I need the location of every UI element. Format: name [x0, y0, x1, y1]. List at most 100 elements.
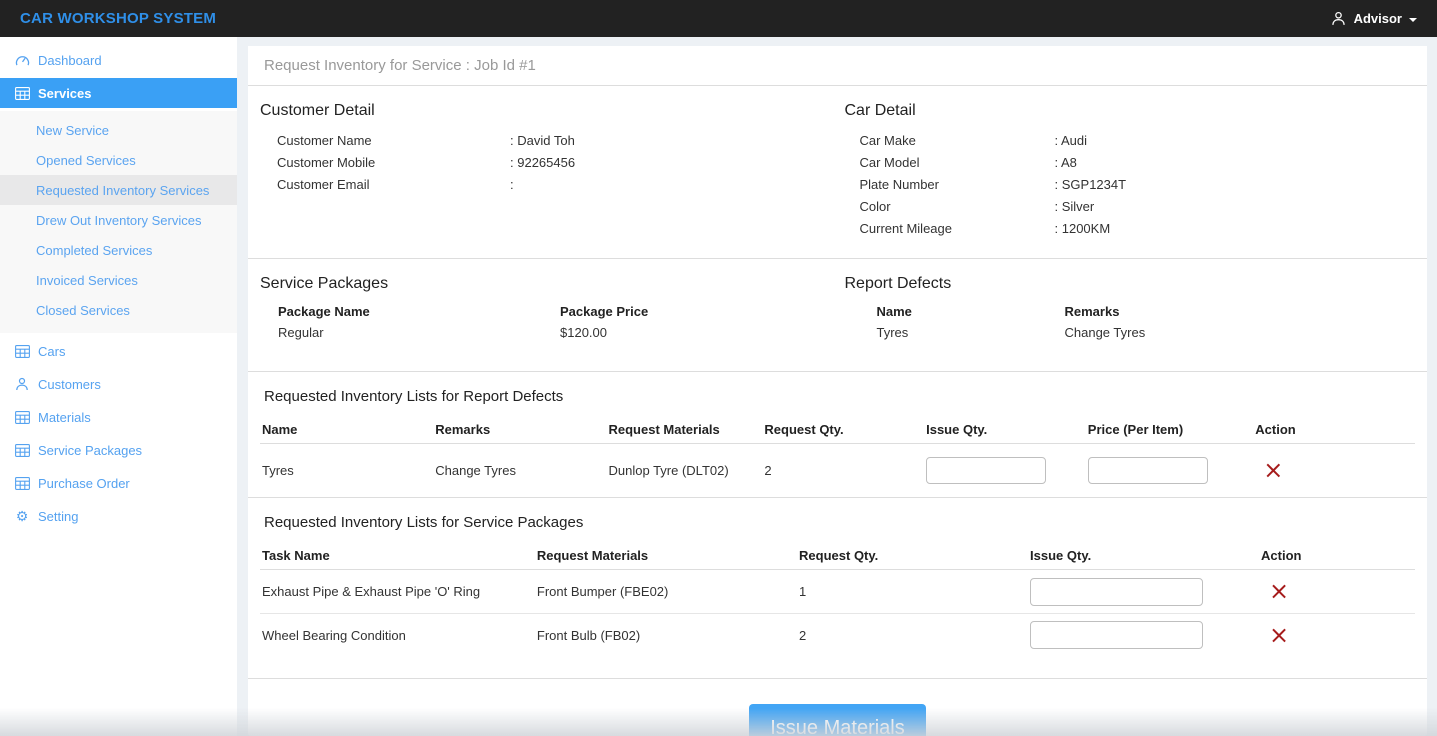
field-value	[510, 174, 514, 196]
column-header: Name	[260, 422, 433, 437]
packages-inventory-heading: Requested Inventory Lists for Service Pa…	[260, 508, 1415, 541]
customer-name-row: Customer Name David Toh	[248, 130, 838, 152]
service-packages: Service Packages Package Name Package Pr…	[248, 269, 838, 343]
price-per-item-input[interactable]	[1088, 457, 1208, 484]
sidebar-subitem-drew-out-inventory-services[interactable]: Drew Out Inventory Services	[0, 205, 237, 235]
issue-qty-input[interactable]	[926, 457, 1046, 484]
field-value: A8	[1055, 152, 1077, 174]
table-row: Tyres Change Tyres Dunlop Tyre (DLT02) 2…	[260, 444, 1415, 497]
table-icon	[14, 476, 30, 491]
column-header: Request Qty.	[762, 422, 924, 437]
sidebar-item-materials[interactable]: Materials	[0, 402, 237, 432]
package-name: Regular	[278, 322, 560, 343]
field-label: Customer Name	[277, 130, 510, 152]
services-submenu: New Service Opened Services Requested In…	[0, 111, 237, 333]
request-material: Front Bulb (FB02)	[535, 628, 797, 643]
defect-name: Tyres	[877, 322, 1065, 343]
defect-name: Tyres	[260, 463, 433, 478]
sidebar-item-label: Purchase Order	[38, 476, 130, 491]
task-name: Wheel Bearing Condition	[260, 628, 535, 643]
delete-icon[interactable]: ×	[1261, 625, 1289, 645]
packages-inventory-table: Task Name Request Materials Request Qty.…	[260, 541, 1415, 656]
issue-qty-input[interactable]	[1030, 578, 1203, 606]
defects-inventory-table: Name Remarks Request Materials Request Q…	[260, 415, 1415, 497]
defect-remarks: Change Tyres	[433, 463, 606, 478]
user-label: Advisor	[1354, 11, 1402, 26]
field-label: Car Make	[860, 130, 1055, 152]
request-material: Front Bumper (FBE02)	[535, 584, 797, 599]
sidebar-subitem-invoiced-services[interactable]: Invoiced Services	[0, 265, 237, 295]
sidebar-subitem-closed-services[interactable]: Closed Services	[0, 295, 237, 325]
sidebar-item-label: Service Packages	[38, 443, 142, 458]
field-label: Customer Email	[277, 174, 510, 196]
field-label: Color	[860, 196, 1055, 218]
sidebar-item-setting[interactable]: ⚙ Setting	[0, 501, 237, 531]
field-value: SGP1234T	[1055, 174, 1127, 196]
column-header: Request Materials	[607, 422, 763, 437]
column-header: Issue Qty.	[1028, 548, 1259, 563]
delete-icon[interactable]: ×	[1255, 460, 1283, 480]
field-value: David Toh	[510, 130, 575, 152]
table-icon	[14, 443, 30, 458]
request-qty: 1	[797, 584, 1028, 599]
field-value: Silver	[1055, 196, 1095, 218]
sidebar-subitem-requested-inventory-services[interactable]: Requested Inventory Services	[0, 175, 237, 205]
content-card: Request Inventory for Service : Job Id #…	[248, 46, 1427, 736]
sidebar-item-label: Customers	[38, 377, 101, 392]
column-header: Remarks	[1065, 301, 1120, 322]
service-packages-heading: Service Packages	[248, 269, 838, 301]
plate-number-row: Plate Number SGP1234T	[838, 174, 1428, 196]
field-label: Car Model	[860, 152, 1055, 174]
column-header: Package Name	[278, 301, 560, 322]
customer-detail: Customer Detail Customer Name David Toh …	[248, 96, 838, 240]
request-qty: 2	[797, 628, 1028, 643]
table-row: Wheel Bearing Condition Front Bulb (FB02…	[260, 613, 1415, 656]
car-detail: Car Detail Car Make Audi Car Model A8 Pl…	[838, 96, 1428, 240]
user-menu[interactable]: Advisor	[1331, 11, 1417, 26]
submit-section: Issue Materials	[248, 679, 1427, 736]
sidebar-item-label: Setting	[38, 509, 78, 524]
column-header: Request Materials	[535, 548, 797, 563]
issue-qty-input[interactable]	[1030, 621, 1203, 649]
sidebar-subitem-new-service[interactable]: New Service	[0, 115, 237, 145]
sidebar-subitem-opened-services[interactable]: Opened Services	[0, 145, 237, 175]
sidebar-item-purchase-order[interactable]: Purchase Order	[0, 468, 237, 498]
sidebar-item-service-packages[interactable]: Service Packages	[0, 435, 237, 465]
car-make-row: Car Make Audi	[838, 130, 1428, 152]
package-price: $120.00	[560, 322, 607, 343]
color-row: Color Silver	[838, 196, 1428, 218]
packages-inventory-section: Requested Inventory Lists for Service Pa…	[248, 498, 1427, 679]
column-header: Action	[1253, 422, 1415, 437]
report-defects-header-row: Name Remarks	[838, 301, 1428, 322]
user-icon	[1331, 11, 1346, 26]
table-icon	[14, 344, 30, 359]
table-row: Exhaust Pipe & Exhaust Pipe 'O' Ring Fro…	[260, 570, 1415, 613]
field-label: Current Mileage	[860, 218, 1055, 240]
table-header-row: Name Remarks Request Materials Request Q…	[260, 415, 1415, 444]
report-defects-heading: Report Defects	[838, 269, 1428, 301]
car-model-row: Car Model A8	[838, 152, 1428, 174]
caret-down-icon	[1409, 18, 1417, 22]
field-label: Customer Mobile	[277, 152, 510, 174]
task-name: Exhaust Pipe & Exhaust Pipe 'O' Ring	[260, 584, 535, 599]
delete-icon[interactable]: ×	[1261, 581, 1289, 601]
sidebar-item-cars[interactable]: Cars	[0, 336, 237, 366]
issue-materials-button[interactable]: Issue Materials	[749, 704, 926, 736]
sidebar: Dashboard Services New Service Opened Se…	[0, 37, 237, 736]
report-defect-row: Tyres Change Tyres	[838, 322, 1428, 343]
sidebar-subitem-completed-services[interactable]: Completed Services	[0, 235, 237, 265]
column-header: Task Name	[260, 548, 535, 563]
table-header-row: Task Name Request Materials Request Qty.…	[260, 541, 1415, 570]
sidebar-item-services[interactable]: Services	[0, 78, 237, 108]
service-packages-header-row: Package Name Package Price	[248, 301, 838, 322]
defect-remarks: Change Tyres	[1065, 322, 1146, 343]
request-material: Dunlop Tyre (DLT02)	[607, 463, 763, 478]
sidebar-item-customers[interactable]: Customers	[0, 369, 237, 399]
car-detail-heading: Car Detail	[838, 96, 1428, 130]
sidebar-item-dashboard[interactable]: Dashboard	[0, 45, 237, 75]
request-qty: 2	[762, 463, 924, 478]
dashboard-icon	[14, 53, 30, 68]
customer-email-row: Customer Email	[248, 174, 838, 196]
field-value: 92265456	[510, 152, 575, 174]
app-brand: CAR WORKSHOP SYSTEM	[20, 10, 216, 27]
